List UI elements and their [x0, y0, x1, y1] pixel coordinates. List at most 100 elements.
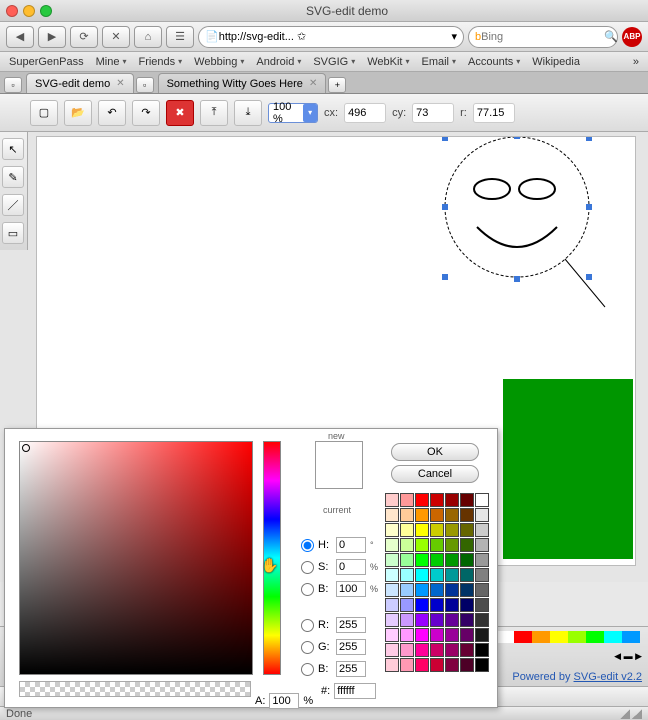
color-swatch[interactable]: [475, 643, 489, 657]
color-swatch[interactable]: [415, 613, 429, 627]
color-swatch[interactable]: [430, 613, 444, 627]
zoom-select[interactable]: 100 % ▾: [268, 103, 318, 123]
move-top-button[interactable]: ⤒: [200, 100, 228, 126]
color-swatch[interactable]: [460, 568, 474, 582]
color-swatch[interactable]: [400, 598, 414, 612]
color-swatch[interactable]: [415, 508, 429, 522]
color-swatch[interactable]: [400, 613, 414, 627]
color-swatch[interactable]: [400, 508, 414, 522]
search-icon[interactable]: 🔍: [604, 30, 618, 43]
color-swatch[interactable]: [445, 553, 459, 567]
color-swatch[interactable]: [460, 628, 474, 642]
color-swatch[interactable]: [400, 553, 414, 567]
color-swatch[interactable]: [415, 493, 429, 507]
feed-button[interactable]: ☰: [166, 26, 194, 48]
select-tool[interactable]: ↖: [2, 138, 24, 160]
url-bar[interactable]: 📄 ▾: [198, 26, 464, 48]
pencil-tool[interactable]: ✎: [2, 166, 24, 188]
bookmark-webkit[interactable]: WebKit: [362, 54, 414, 70]
hex-input[interactable]: [334, 683, 376, 699]
color-swatch[interactable]: [445, 523, 459, 537]
color-swatch[interactable]: [475, 523, 489, 537]
close-window[interactable]: [6, 5, 18, 17]
color-swatch[interactable]: [430, 598, 444, 612]
color-swatch[interactable]: [430, 523, 444, 537]
color-swatch[interactable]: [385, 598, 399, 612]
adblock-icon[interactable]: ABP: [622, 27, 642, 47]
minimize-window[interactable]: [23, 5, 35, 17]
search-input[interactable]: [481, 31, 604, 43]
saturation-value-field[interactable]: [19, 441, 253, 675]
g-input[interactable]: [336, 639, 366, 655]
a-input[interactable]: [269, 693, 299, 709]
bookmark-mine[interactable]: Mine: [91, 54, 132, 70]
cancel-button[interactable]: Cancel: [391, 465, 479, 483]
tab-witty[interactable]: Something Witty Goes Here ✕: [158, 73, 327, 93]
bookmark-webbing[interactable]: Webbing: [189, 54, 249, 70]
palette-color[interactable]: [622, 631, 640, 643]
color-swatch[interactable]: [460, 523, 474, 537]
color-swatch[interactable]: [430, 553, 444, 567]
r-input[interactable]: [336, 617, 366, 633]
home-button[interactable]: ⌂: [134, 26, 162, 48]
color-swatch[interactable]: [415, 568, 429, 582]
dropdown-icon[interactable]: ▾: [451, 30, 457, 43]
color-swatch[interactable]: [415, 628, 429, 642]
color-swatch[interactable]: [430, 508, 444, 522]
undo-button[interactable]: ↶: [98, 100, 126, 126]
move-bottom-button[interactable]: ⤓: [234, 100, 262, 126]
g-radio[interactable]: [301, 641, 314, 654]
color-swatch[interactable]: [400, 493, 414, 507]
palette-color[interactable]: [532, 631, 550, 643]
hue-cursor-icon[interactable]: ✋: [261, 557, 278, 574]
color-swatch[interactable]: [460, 538, 474, 552]
color-swatch[interactable]: [415, 538, 429, 552]
new-tab-button[interactable]: +: [328, 77, 346, 93]
color-swatch[interactable]: [400, 538, 414, 552]
cx-input[interactable]: [344, 103, 386, 123]
tab-icon[interactable]: ▫: [136, 77, 154, 93]
url-input[interactable]: [219, 31, 452, 43]
color-swatch[interactable]: [415, 523, 429, 537]
ok-button[interactable]: OK: [391, 443, 479, 461]
bookmark-svgig[interactable]: SVGIG: [308, 54, 360, 70]
open-button[interactable]: 📂: [64, 100, 92, 126]
color-swatch[interactable]: [445, 568, 459, 582]
color-swatch[interactable]: [445, 658, 459, 672]
forward-button[interactable]: ▶: [38, 26, 66, 48]
r-input[interactable]: [473, 103, 515, 123]
color-swatch[interactable]: [475, 598, 489, 612]
palette-color[interactable]: [496, 631, 514, 643]
color-swatch[interactable]: [385, 628, 399, 642]
b-input[interactable]: [336, 581, 366, 597]
h-input[interactable]: [336, 537, 366, 553]
color-swatch[interactable]: [430, 583, 444, 597]
close-tab-icon[interactable]: ✕: [309, 78, 317, 89]
reload-button[interactable]: ⟳: [70, 26, 98, 48]
b2-radio[interactable]: [301, 663, 314, 676]
close-tab-icon[interactable]: ✕: [116, 78, 124, 89]
color-swatch[interactable]: [475, 493, 489, 507]
bookmark-android[interactable]: Android: [251, 54, 306, 70]
color-swatch[interactable]: [385, 508, 399, 522]
palette-color[interactable]: [586, 631, 604, 643]
color-swatch[interactable]: [475, 628, 489, 642]
smiley-drawing[interactable]: [417, 137, 617, 337]
color-swatch[interactable]: [475, 508, 489, 522]
color-swatch[interactable]: [475, 583, 489, 597]
color-swatch[interactable]: [445, 508, 459, 522]
color-swatch[interactable]: [400, 643, 414, 657]
color-swatch[interactable]: [415, 553, 429, 567]
color-swatch[interactable]: [430, 538, 444, 552]
color-swatch[interactable]: [400, 658, 414, 672]
color-swatch[interactable]: [385, 523, 399, 537]
color-swatch[interactable]: [460, 553, 474, 567]
color-swatch[interactable]: [385, 583, 399, 597]
color-swatch[interactable]: [430, 568, 444, 582]
color-swatch[interactable]: [475, 658, 489, 672]
color-swatch[interactable]: [460, 493, 474, 507]
tab-svgedit[interactable]: SVG-edit demo ✕: [26, 73, 134, 93]
color-swatch[interactable]: [475, 553, 489, 567]
bookmark-email[interactable]: Email: [416, 54, 461, 70]
palette-color[interactable]: [550, 631, 568, 643]
